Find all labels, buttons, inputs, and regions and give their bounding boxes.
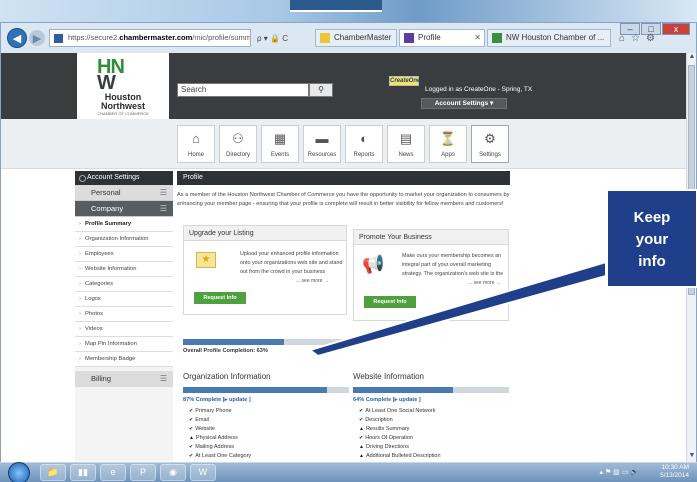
system-tray-icons[interactable]: ▴ ⚑ ▥ ▭ 🔈 <box>599 468 639 476</box>
windows-taskbar: 📁 ▮▮ e P ◉ W ▴ ⚑ ▥ ▭ 🔈 10:30 AM 5/13/201… <box>0 462 697 482</box>
keep-your-info-callout: Keep your info <box>606 189 697 288</box>
taskbar-app-explorer[interactable]: 📁 <box>40 464 66 481</box>
callout-arrow <box>307 260 607 358</box>
taskbar-app-ie[interactable]: e <box>100 464 126 481</box>
taskbar-app-chrome[interactable]: ◉ <box>160 464 186 481</box>
taskbar-app-publisher[interactable]: P <box>130 464 156 481</box>
clock-date: 5/13/2014 <box>660 472 689 479</box>
callout-line-1: Keep <box>633 209 671 226</box>
taskbar-app-files[interactable]: ▮▮ <box>70 464 96 481</box>
callout-arrow-shape <box>307 260 607 358</box>
start-button[interactable] <box>8 462 30 482</box>
callout-line-2: your <box>635 231 669 248</box>
taskbar-clock[interactable]: 10:30 AM 5/13/2014 <box>660 464 689 480</box>
callout-line-3: info <box>638 253 666 270</box>
taskbar-app-word[interactable]: W <box>190 464 216 481</box>
clock-time: 10:30 AM <box>661 464 689 471</box>
screenshot-root: – □ x ◀ ▶ https://secure2.chambermaster.… <box>0 0 697 482</box>
